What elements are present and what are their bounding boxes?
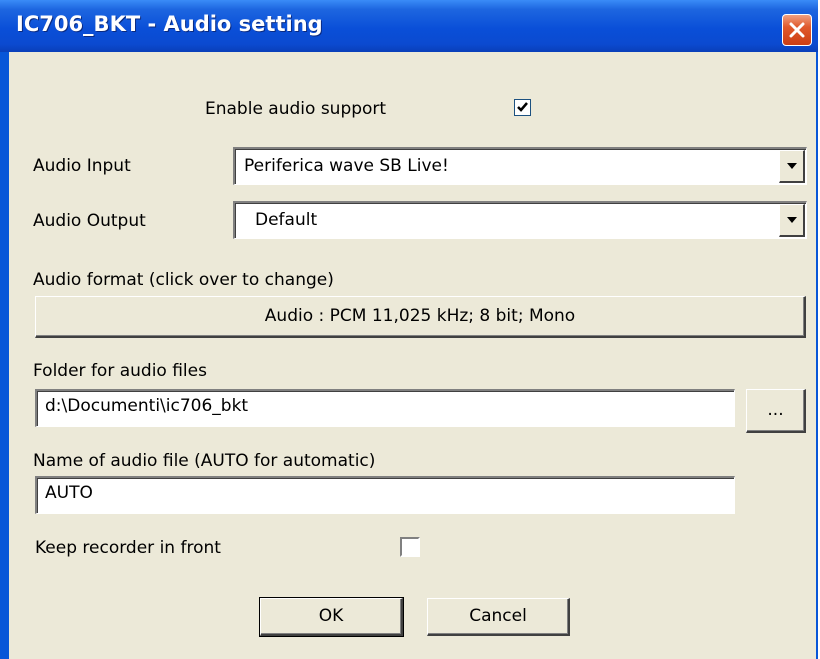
audio-format-button[interactable]: Audio : PCM 11,025 kHz; 8 bit; Mono [35,296,806,338]
keep-front-checkbox[interactable] [400,537,420,557]
audio-input-value: Periferica wave SB Live! [244,156,449,176]
file-name-label: Name of audio file (AUTO for automatic) [33,451,376,471]
keep-front-label: Keep recorder in front [35,538,221,558]
enable-audio-label: Enable audio support [205,99,387,119]
audio-input-dropdown-button[interactable] [779,150,805,183]
audio-output-dropdown[interactable]: Default [233,201,807,239]
browse-folder-button[interactable]: ... [746,389,806,433]
checkmark-icon [517,102,528,112]
ok-button[interactable]: OK [259,597,404,637]
folder-input[interactable]: d:\Documenti\ic706_bkt [35,389,735,427]
audio-output-value: Default [255,210,318,230]
dialog-body: Enable audio support Audio Input Perifer… [9,52,816,659]
audio-output-dropdown-button[interactable] [779,204,805,237]
close-icon [789,22,805,38]
chevron-down-icon [787,163,797,169]
file-name-input[interactable]: AUTO [35,476,735,514]
audio-format-label: Audio format (click over to change) [33,270,334,290]
chevron-down-icon [787,217,797,223]
close-button[interactable] [782,14,812,46]
dialog-window: IC706_BKT - Audio setting Enable audio s… [0,0,818,659]
cancel-button[interactable]: Cancel [427,598,570,636]
window-title: IC706_BKT - Audio setting [16,12,323,36]
audio-output-label: Audio Output [33,211,146,231]
title-bar[interactable]: IC706_BKT - Audio setting [0,0,818,52]
folder-label: Folder for audio files [33,361,207,381]
enable-audio-checkbox[interactable] [514,99,531,116]
audio-input-label: Audio Input [33,156,131,176]
audio-input-dropdown[interactable]: Periferica wave SB Live! [233,147,807,185]
